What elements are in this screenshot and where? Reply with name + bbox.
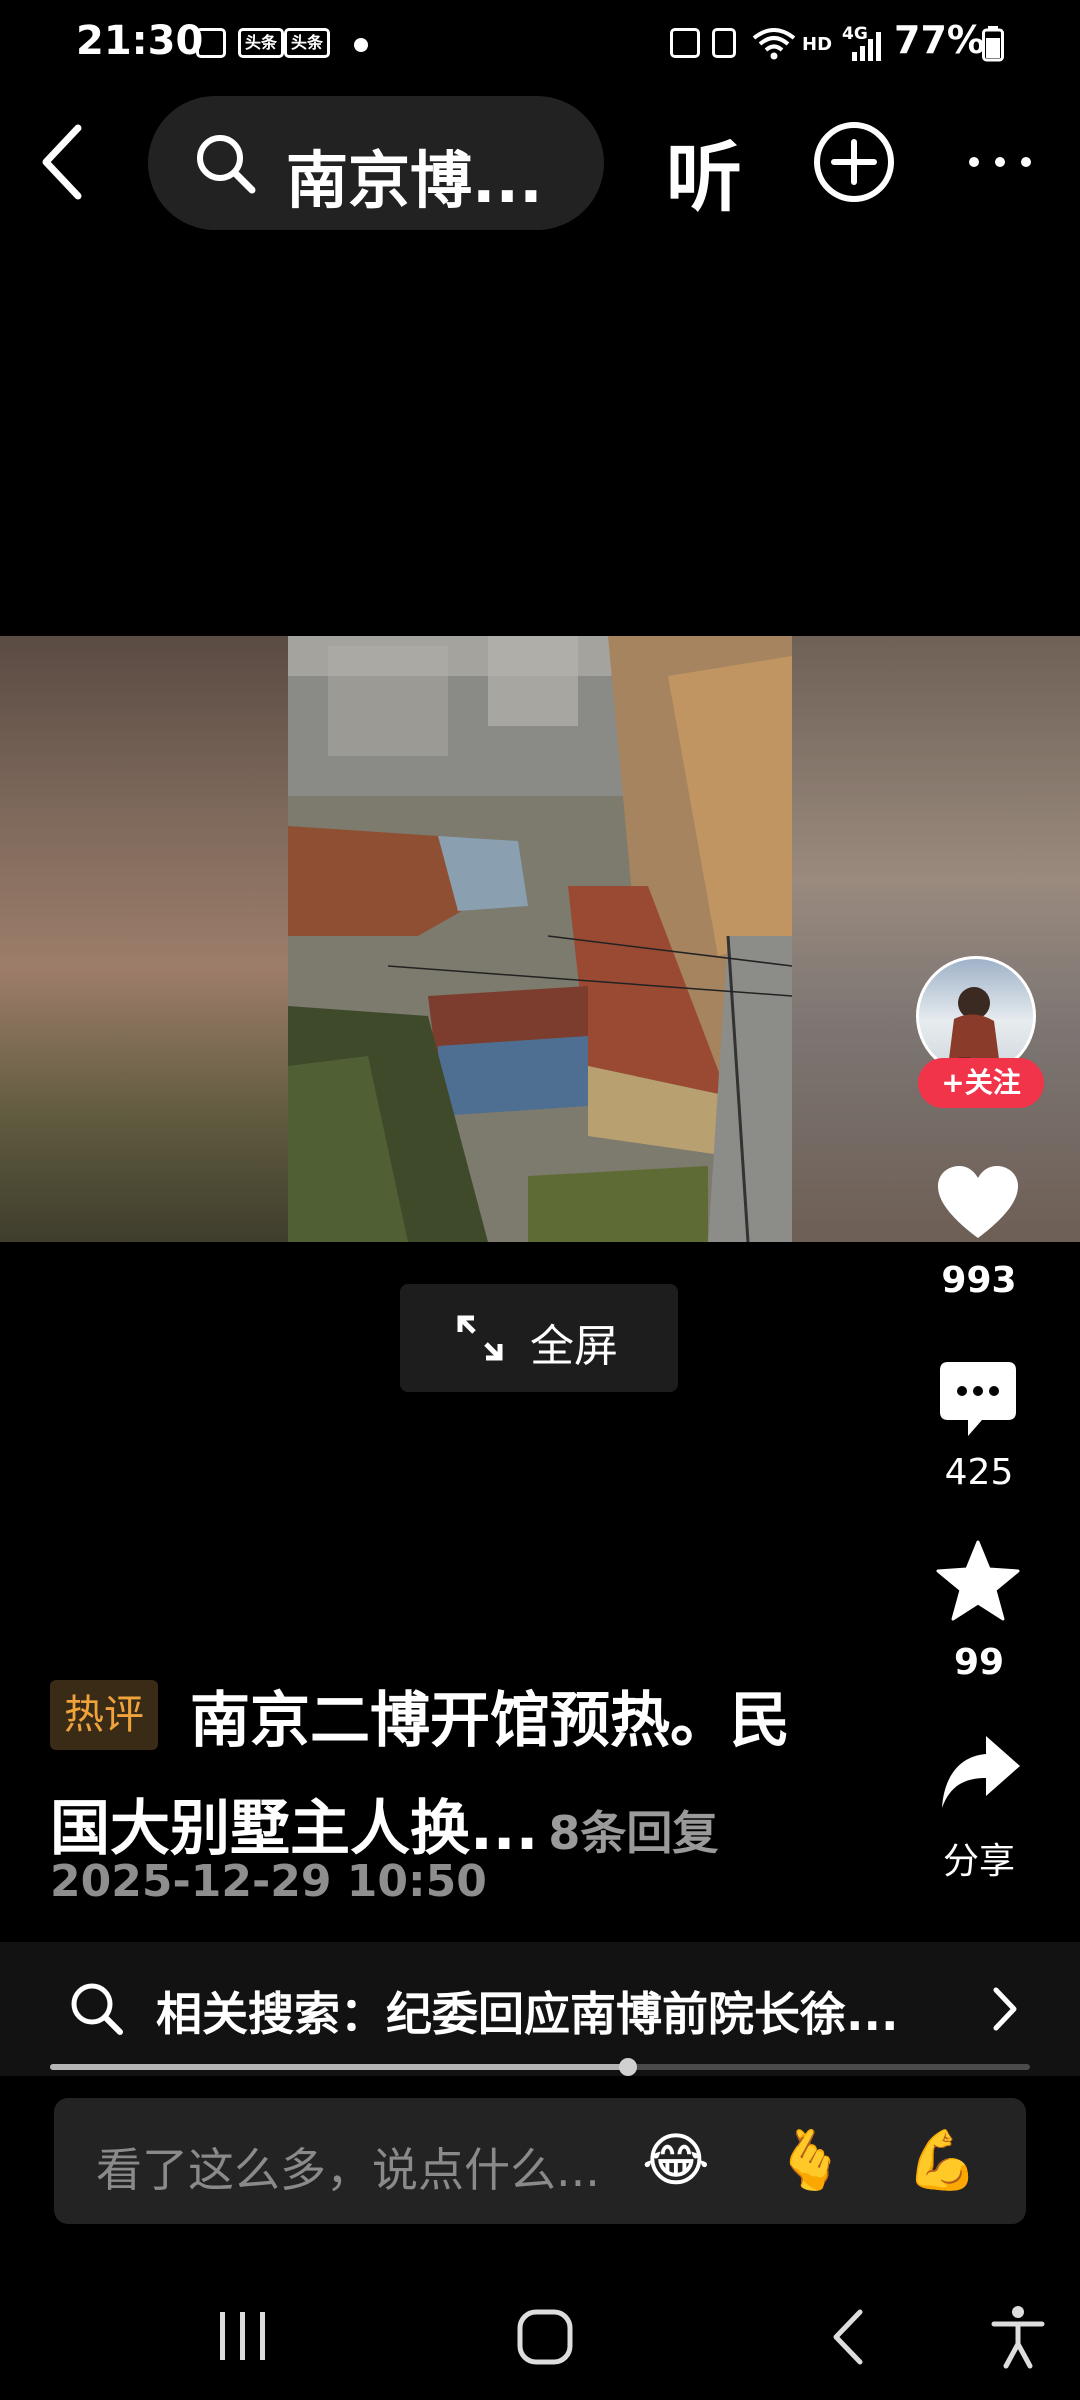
battery-icon (982, 26, 1004, 62)
hd-label: HD (802, 34, 833, 55)
video-blur-left (0, 636, 288, 1242)
search-icon (197, 135, 256, 194)
battery-percent: 77% (894, 18, 985, 62)
reply-count-link[interactable]: 8条回复 (548, 1806, 718, 1860)
back-icon[interactable] (38, 122, 88, 202)
related-search-text: 相关搜索：纪委回应南博前院长徐... (156, 1987, 899, 2041)
follow-button[interactable]: +关注 (918, 1058, 1044, 1108)
add-icon[interactable] (812, 120, 896, 204)
comment-icon[interactable] (938, 1360, 1018, 1440)
video-scene-image (288, 636, 792, 1242)
progress-fill (50, 2064, 629, 2070)
video-player[interactable] (0, 636, 1080, 1242)
gallery-icon (196, 28, 226, 58)
fullscreen-label: 全屏 (530, 1321, 618, 1372)
muscle-emoji-button[interactable]: 💪 (906, 2126, 978, 2195)
caption-line-2-text: 国大别墅主人换... (50, 1794, 539, 1864)
app-badge-1: 头条 (238, 28, 285, 58)
listen-button[interactable]: 听 (666, 116, 742, 226)
related-search-bar[interactable]: 相关搜索：纪委回应南博前院长徐... (0, 1942, 1080, 2076)
post-date: 2025-12-29 10:50 (50, 1856, 487, 1907)
video-blur-right (792, 636, 1080, 1242)
fullscreen-button[interactable]: 全屏 (400, 1284, 678, 1392)
nav-back-icon[interactable] (830, 2308, 866, 2366)
like-count: 993 (941, 1260, 1017, 1301)
chevron-right-icon (993, 1987, 1017, 2031)
signal-icon (852, 32, 881, 61)
favorite-count: 99 (953, 1642, 1005, 1683)
comment-count: 425 (944, 1452, 1014, 1493)
battery-saver-icon (712, 28, 736, 58)
video-frame (288, 636, 792, 1242)
search-icon (71, 1983, 123, 2035)
video-progress-bar[interactable] (50, 2058, 1030, 2076)
heart-icon[interactable] (936, 1164, 1020, 1240)
app-badge-2: 头条 (284, 28, 331, 58)
status-time: 21:30 (76, 18, 204, 64)
wifi-icon (752, 28, 796, 60)
home-icon[interactable] (516, 2308, 574, 2366)
expand-icon (457, 1315, 503, 1361)
finger-heart-emoji-button[interactable]: 🫰 (774, 2126, 846, 2195)
search-bar[interactable]: 南京博... (148, 96, 604, 230)
recents-icon[interactable] (216, 2310, 270, 2362)
share-label: 分享 (942, 1841, 1015, 1882)
caption-line-1[interactable]: 南京二博开馆预热。民 (190, 1672, 790, 1759)
system-nav-bar (0, 2260, 1080, 2400)
comment-input[interactable]: 看了这么多，说点什么... 😂 🫰 💪 (54, 2098, 1026, 2224)
accessibility-icon[interactable] (990, 2304, 1046, 2370)
hot-comment-tag: 热评 (50, 1680, 158, 1750)
more-icon[interactable] (966, 150, 1034, 174)
notification-dot-icon (354, 38, 368, 52)
status-bar: 21:30 头条 头条 HD 4G 77% (0, 0, 1080, 88)
star-icon[interactable] (936, 1540, 1020, 1622)
search-query: 南京博... (286, 144, 543, 217)
message-icon (670, 28, 700, 58)
caption-line-2[interactable]: 国大别墅主人换... 8条回复 (50, 1780, 718, 1867)
share-icon[interactable] (938, 1732, 1022, 1816)
comment-placeholder: 看了这么多，说点什么... (96, 2143, 600, 2197)
laugh-emoji-button[interactable]: 😂 (642, 2126, 710, 2194)
